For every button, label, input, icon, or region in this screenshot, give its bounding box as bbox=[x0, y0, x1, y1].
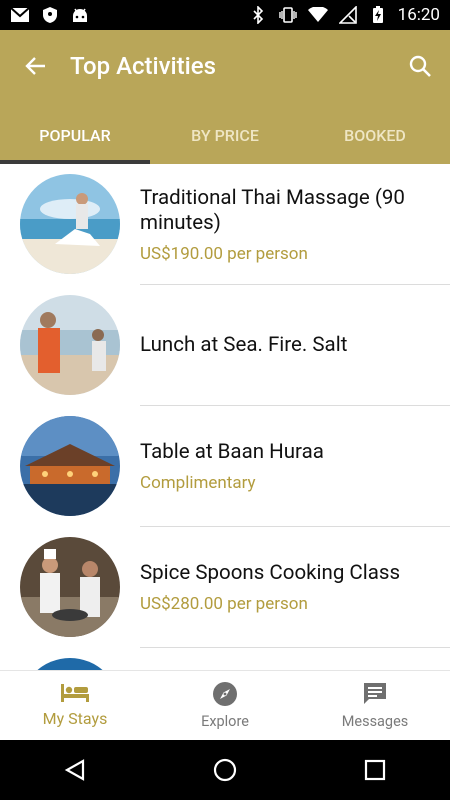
activity-thumbnail bbox=[20, 174, 120, 274]
nav-label: My Stays bbox=[42, 709, 108, 728]
back-button[interactable] bbox=[0, 30, 70, 102]
activity-name: Spice Spoons Cooking Class bbox=[140, 561, 401, 585]
activity-name: Table at Baan Huraa bbox=[140, 440, 324, 464]
no-signal-icon bbox=[338, 6, 358, 24]
activity-thumbnail bbox=[20, 658, 120, 670]
search-button[interactable] bbox=[390, 30, 450, 102]
search-icon bbox=[409, 55, 431, 77]
bluetooth-icon bbox=[248, 6, 268, 24]
activity-thumbnail bbox=[20, 295, 120, 395]
status-bar: 16:20 bbox=[0, 0, 450, 30]
battery-charging-icon bbox=[368, 6, 388, 24]
arrow-left-icon bbox=[25, 57, 45, 75]
system-home-button[interactable] bbox=[195, 740, 255, 800]
activity-price: US$190.00 per person bbox=[140, 243, 308, 264]
back-triangle-icon bbox=[64, 759, 85, 781]
status-right-icons: 16:20 bbox=[248, 5, 440, 25]
list-item[interactable]: Lunch at Sea. Fire. Salt bbox=[0, 285, 450, 406]
page-title: Top Activities bbox=[70, 52, 216, 80]
status-left-icons bbox=[10, 6, 90, 24]
tab-popular[interactable]: POPULAR bbox=[0, 106, 150, 164]
nav-label: Explore bbox=[201, 713, 249, 730]
activity-thumbnail bbox=[20, 537, 120, 637]
nav-label: Messages bbox=[341, 713, 409, 730]
nav-explore[interactable]: Explore bbox=[150, 671, 300, 740]
list-item[interactable] bbox=[0, 648, 450, 670]
activity-list[interactable]: Traditional Thai Massage (90 minutes) US… bbox=[0, 164, 450, 670]
activity-name: Lunch at Sea. Fire. Salt bbox=[140, 333, 348, 357]
tab-by-price[interactable]: BY PRICE bbox=[150, 106, 300, 164]
status-time: 16:20 bbox=[397, 5, 440, 25]
system-back-button[interactable] bbox=[45, 740, 105, 800]
tab-bar: POPULAR BY PRICE BOOKED bbox=[0, 106, 450, 164]
bottom-navigation: My Stays Explore Messages bbox=[0, 670, 450, 740]
nav-my-stays[interactable]: My Stays bbox=[0, 671, 150, 740]
message-icon bbox=[364, 683, 386, 704]
activity-name: Traditional Thai Massage (90 minutes) bbox=[140, 185, 405, 235]
gmail-icon bbox=[10, 6, 30, 24]
wifi-icon bbox=[307, 6, 328, 24]
android-icon bbox=[70, 6, 90, 24]
nav-messages[interactable]: Messages bbox=[300, 671, 450, 740]
shield-icon bbox=[40, 6, 60, 24]
recents-square-icon bbox=[364, 759, 386, 781]
tab-booked[interactable]: BOOKED bbox=[300, 106, 450, 164]
activity-thumbnail bbox=[20, 416, 120, 516]
home-circle-icon bbox=[213, 758, 237, 782]
vibrate-icon bbox=[278, 6, 298, 24]
activity-price: Complimentary bbox=[140, 473, 256, 493]
activity-price: US$280.00 per person bbox=[140, 594, 308, 614]
list-item[interactable]: Table at Baan Huraa Complimentary bbox=[0, 406, 450, 527]
bed-icon bbox=[61, 684, 89, 702]
app-bar: Top Activities POPULAR BY PRICE BOOKED bbox=[0, 30, 450, 164]
list-item[interactable]: Spice Spoons Cooking Class US$280.00 per… bbox=[0, 527, 450, 648]
system-recents-button[interactable] bbox=[345, 740, 405, 800]
list-item[interactable]: Traditional Thai Massage (90 minutes) US… bbox=[0, 164, 450, 285]
compass-icon bbox=[213, 682, 237, 706]
system-navigation-bar bbox=[0, 740, 450, 800]
